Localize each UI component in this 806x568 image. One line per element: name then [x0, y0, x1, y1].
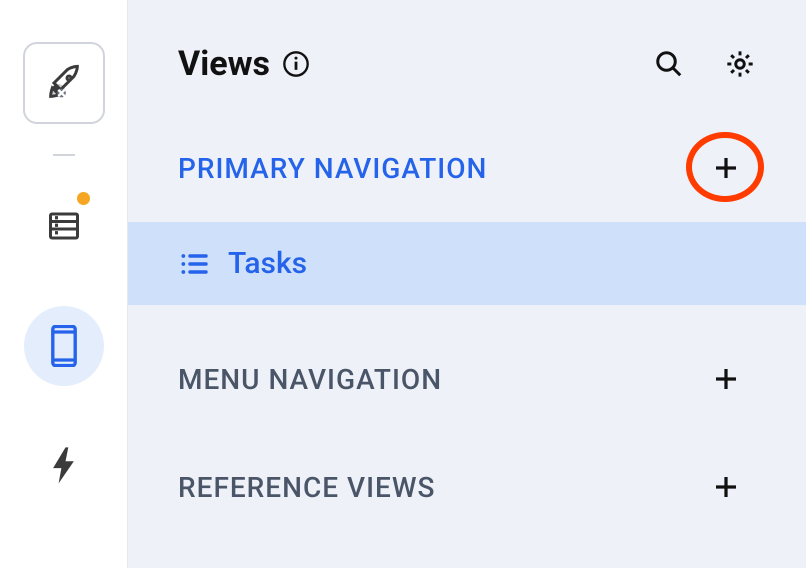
section-reference-views: REFERENCE VIEWS [128, 433, 806, 541]
info-icon[interactable] [282, 50, 310, 78]
section-label: REFERENCE VIEWS [178, 471, 435, 504]
bolt-icon [51, 446, 77, 486]
gear-icon[interactable] [724, 48, 756, 80]
panel-header: Views [128, 0, 806, 114]
data-icon [46, 208, 82, 244]
rail-divider [53, 154, 75, 156]
section-label: MENU NAVIGATION [178, 363, 442, 396]
plus-icon [711, 364, 741, 394]
section-primary-navigation: PRIMARY NAVIGATION [128, 114, 806, 222]
phone-icon [49, 325, 79, 367]
view-item-tasks[interactable]: Tasks [128, 222, 806, 305]
search-icon[interactable] [654, 49, 684, 79]
view-item-label: Tasks [228, 246, 307, 281]
section-label: PRIMARY NAVIGATION [178, 152, 487, 185]
notification-dot [77, 192, 90, 205]
plus-icon [711, 472, 741, 502]
rail-automation-button[interactable] [24, 426, 104, 506]
rail-views-button[interactable] [24, 306, 104, 386]
left-rail [0, 0, 128, 568]
plus-icon [711, 153, 741, 183]
rail-data-button[interactable] [24, 186, 104, 266]
rocket-button[interactable] [23, 42, 105, 124]
header-actions [654, 48, 756, 80]
add-reference-view-button[interactable] [696, 457, 756, 517]
panel-title-text: Views [178, 44, 270, 84]
views-panel: Views [128, 0, 806, 568]
section-menu-navigation: MENU NAVIGATION [128, 325, 806, 433]
list-icon [178, 248, 210, 280]
panel-title: Views [178, 44, 310, 84]
add-menu-view-button[interactable] [696, 349, 756, 409]
add-primary-view-button[interactable] [696, 138, 756, 198]
rocket-icon [44, 63, 84, 103]
